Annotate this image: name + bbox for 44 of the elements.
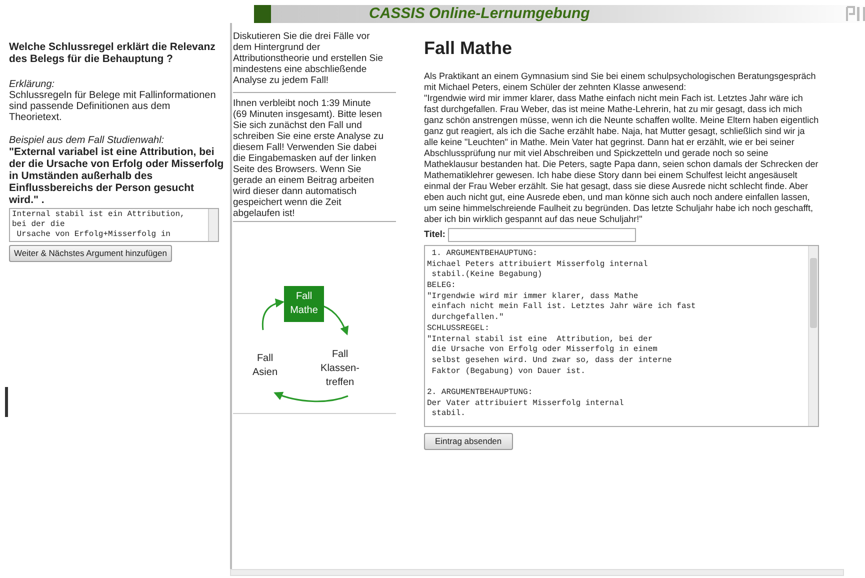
title-input[interactable]	[448, 228, 636, 242]
title-label: Titel:	[424, 228, 446, 242]
scroll-thumb[interactable]	[810, 258, 817, 328]
example-text: "External variabel ist eine Attribution, bei der die Ursache von Erfolg oder Misserfolg in Umständen außerhalb des Einflussbereichs der Person gesucht wird." .	[9, 146, 225, 206]
answer-box[interactable]: Internal stabil ist ein Attribution, bei der die Ursache von Erfolg+Misserfolg in	[9, 208, 219, 242]
answer-line: bei der die	[12, 220, 66, 230]
entry-line: 2. ARGUMENTBEHAUPTUNG:	[427, 388, 534, 399]
entry-line: selbst gesehen wird. Und zwar so, dass der interne	[430, 356, 673, 367]
header-title: CASSIS Online-Lernumgebung	[369, 4, 590, 24]
next-argument-button[interactable]: Weiter & Nächstes Argument hinzufügen	[9, 245, 172, 262]
case-node[interactable]: Fall Asien	[245, 348, 285, 384]
entry-textarea[interactable]	[424, 245, 819, 427]
case-node[interactable]: Fall Klassen-treffen	[320, 344, 360, 394]
header-square	[254, 5, 271, 23]
entry-line: die Ursache von Erfolg oder Misserfolg in einem	[430, 345, 658, 356]
entry-line: "Irgendwie wird mir immer klarer, dass Mathe	[427, 292, 640, 302]
entry-line: SCHLUSSREGEL:	[427, 324, 490, 334]
submit-button[interactable]: Eintrag absenden	[424, 433, 513, 450]
scrollbar[interactable]	[208, 209, 218, 241]
entry-line: BELEG:	[427, 281, 457, 292]
instructions-text: Diskutieren Sie die drei Fälle vor dem Hintergrund der Attributionstheorie und erstellen Sie mindestens eine abschließende Analyse zu jedem Fall!	[233, 23, 396, 93]
example-label: Beispiel aus dem Fall Studienwahl:	[9, 135, 166, 146]
entry-line: stabil.	[430, 409, 466, 420]
entry-line: 1. ARGUMENTBEHAUPTUNG:	[430, 249, 538, 260]
edge-marker	[5, 386, 8, 417]
case-title: Fall Mathe	[424, 37, 514, 59]
case-story: "Irgendwie wird mir immer klarer, dass Mathe einfach nicht mein Fach ist. Letztes Jahr wäre ich fast durchgefallen. Frau Weber, das ist meine Mathe-Lehrerin, hat zu mir gesagt, dass ich mich ganz schön anstrengen müsse, wenn ich die Neunte schaffen wollte. Meine Eltern haben eigentlich ganz gut reagiert, als ich die Sache erzählt habe. Naja, hat Mutter gesagt, schließlich sind wir ja alle keine "Leuchten" in Mathe. Mein Vater hat gegrinst. Dann hat er erzählt, wie er bei seiner Abschlussprüfung nur mit viel Abschreiben und Spickzetteln und gerade noch so seine Matheklausur bestanden hat. Die Peters, sagte Papa dann, seien schon damals der Schrecken der Mathematiklehrer gewesen. Ich habe diese Story dann bei einem Schulfest leicht angesäuselt einmal der Frau Weber erzählt. Sie hat gesagt, dass sie diese Ausrede nicht schlecht finde. Aber eben auch nicht gut, eine Ausrede eben, und man könne sich auch noch andere einfallen lassen, um seine himmelschreiende Faulheit zu begründen. Das letzte Schuljahr habe ich noch geschafft, aber ich bin wirklich gespannt auf das neue Schuljahr!"	[424, 93, 819, 225]
explanation-text: Schlussregeln für Belege mit Fallinformationen sind passende Definitionen aus dem Theorietext.	[9, 90, 217, 123]
horizontal-scrollbar[interactable]	[230, 569, 844, 576]
entry-line: Michael Peters attribuiert Misserfolg internal	[427, 260, 649, 270]
entry-line: "Internal stabil ist eine Attribution, bei der	[427, 334, 654, 345]
question-heading: Welche Schlussregel erklärt die Relevanz des Belegs für die Behauptung ?	[9, 41, 216, 65]
answer-line: Internal stabil ist ein Attribution,	[12, 210, 186, 220]
case-node[interactable]: Fall Mathe	[284, 286, 324, 322]
scrollbar[interactable]	[808, 246, 818, 426]
entry-line: stabil.(Keine Begabung)	[430, 270, 544, 282]
entry-line: durchgefallen."	[430, 313, 505, 324]
entry-line: Faktor (Begabung) von Dauer ist.	[430, 366, 586, 378]
entry-line: einfach nicht mein Fall ist. Letztes Jahr wäre ich fast	[430, 302, 697, 313]
timer-note: Ihnen verbleibt noch 1:39 Minute (69 Minuten insgesamt). Bitte lesen Sie sich zunächst den Fall und schreiben Sie eine erste Analyse zu diesem Fall! Verwenden Sie dabei die Eingabemasken auf der linken Seite des Browsers. Wenn Sie gerade an einem Beitrag arbeiten wird dieser dann automatisch gespeichert wenn die Zeit abgelaufen ist!	[233, 93, 396, 222]
answer-line: Ursache von Erfolg+Misserfolg in	[16, 230, 172, 240]
explanation-label: Erklärung:	[9, 79, 56, 90]
case-intro: Als Praktikant an einem Gymnasium sind Sie bei einem schulpsychologischen Beratungsgespräch mit Michael Peters, einem Schüler der zehnten Klasse anwesend:	[424, 71, 817, 93]
entry-line: Der Vater attribuiert Misserfolg internal	[427, 398, 625, 409]
